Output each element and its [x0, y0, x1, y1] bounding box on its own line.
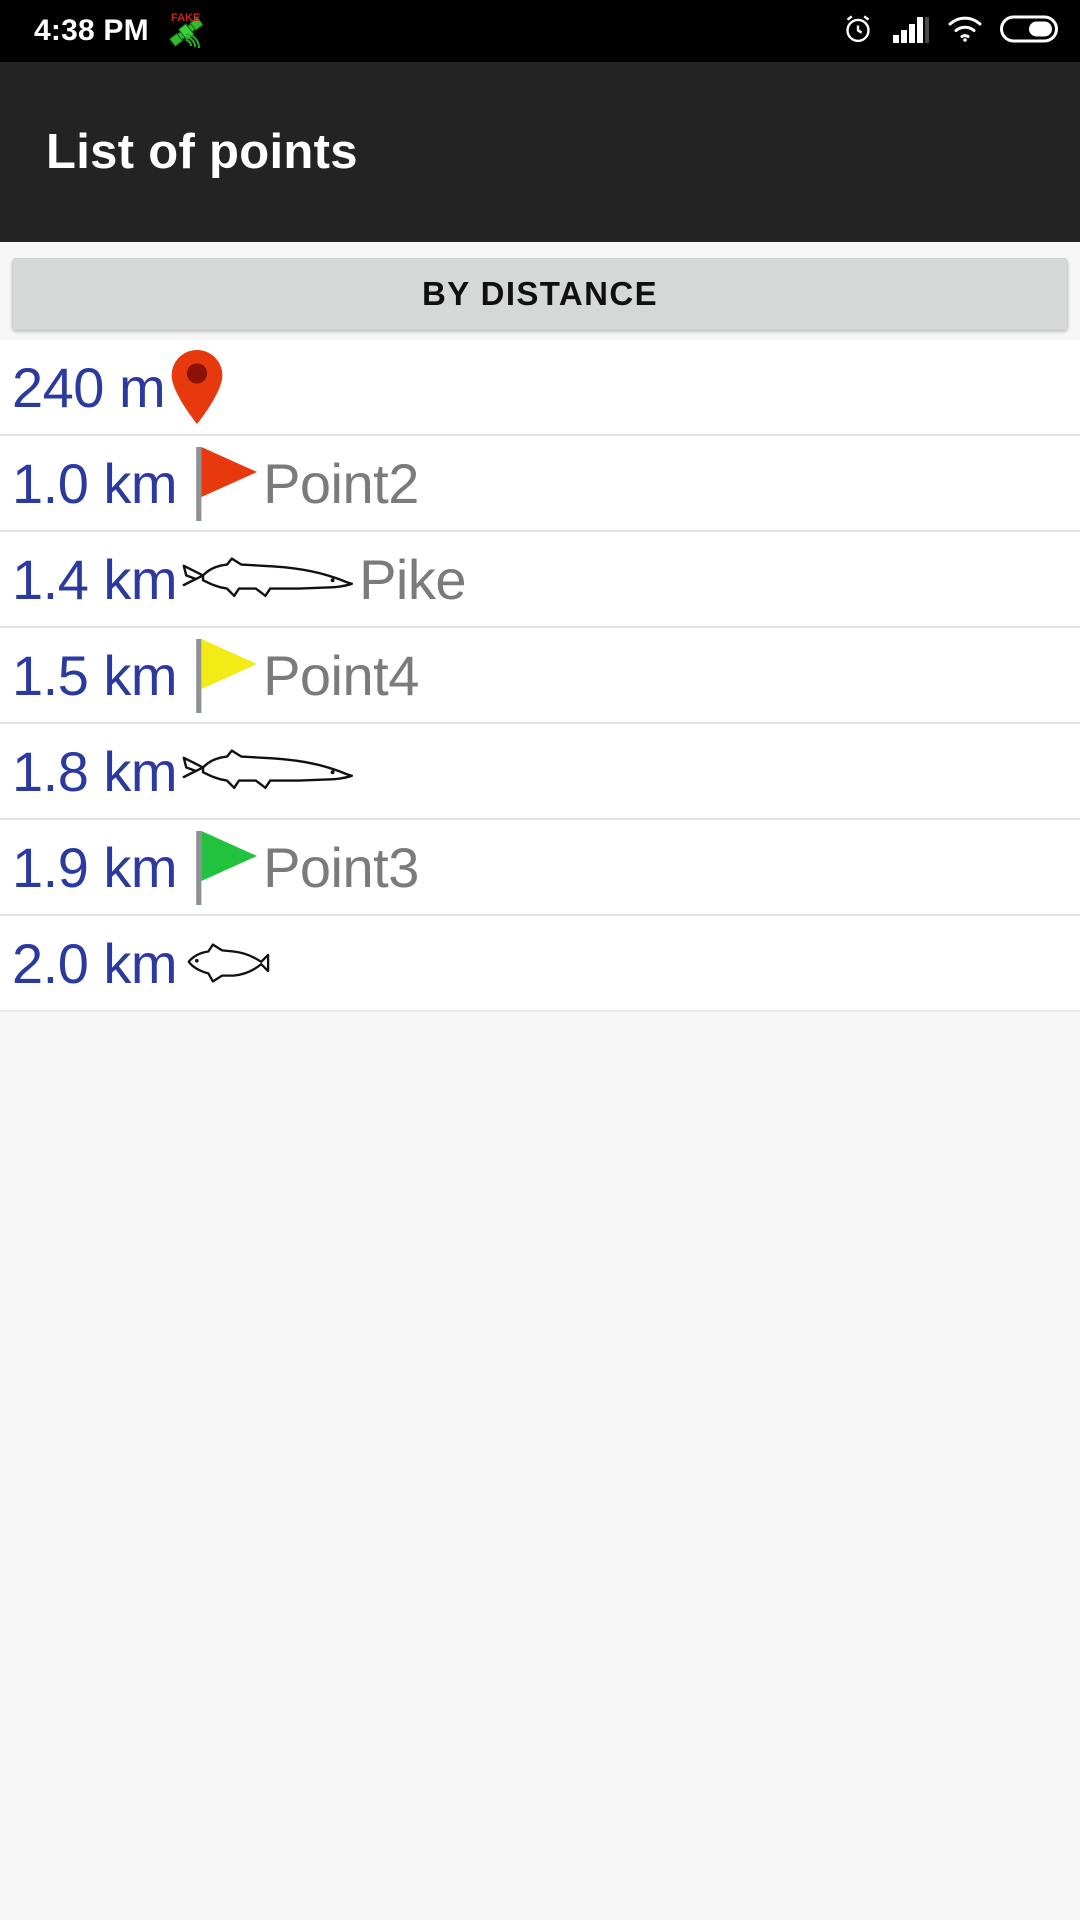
point-row[interactable]: 1.4 km Pike — [0, 532, 1080, 628]
sort-bar: BY DISTANCE — [0, 242, 1080, 340]
battery-icon — [1000, 14, 1058, 49]
fake-badge-text: FAKE — [171, 12, 200, 24]
point-row[interactable]: 1.9 km Point3 — [0, 820, 1080, 916]
status-clock: 4:38 PM — [34, 14, 149, 47]
status-bar: 4:38 PM FAKE — [0, 0, 1080, 62]
status-bar-right — [841, 12, 1058, 51]
map-pin-icon — [165, 348, 227, 426]
point-distance: 1.0 km — [12, 451, 178, 515]
point-name: Pike — [359, 547, 466, 611]
alarm-icon — [841, 12, 875, 51]
app-screen: 4:38 PM FAKE List of points BY DISTANCE … — [0, 0, 1080, 1920]
point-distance: 1.8 km — [12, 739, 178, 803]
wifi-icon — [947, 15, 983, 48]
point-row[interactable]: 2.0 km — [0, 916, 1080, 1012]
pike-fish-icon — [177, 549, 359, 609]
sort-by-distance-button[interactable]: BY DISTANCE — [12, 258, 1068, 330]
point-distance: 2.0 km — [12, 931, 178, 995]
flag-icon — [177, 825, 263, 909]
pike-fish-icon — [177, 741, 359, 801]
point-distance: 240 m — [12, 355, 166, 419]
point-distance: 1.9 km — [12, 835, 178, 899]
point-row[interactable]: 1.0 km Point2 — [0, 436, 1080, 532]
point-row[interactable]: 1.8 km — [0, 724, 1080, 820]
point-name: Point3 — [263, 835, 419, 899]
status-bar-left: 4:38 PM FAKE — [34, 10, 205, 52]
point-distance: 1.4 km — [12, 547, 178, 611]
signal-icon — [892, 14, 930, 49]
flag-icon — [177, 633, 263, 717]
flag-icon — [177, 441, 263, 525]
point-name: Point4 — [263, 643, 419, 707]
point-row[interactable]: 240 m — [0, 340, 1080, 436]
perch-fish-icon — [177, 937, 275, 989]
satellite-fake-icon: FAKE — [163, 10, 205, 52]
empty-area — [0, 1012, 1080, 1920]
app-bar: List of points — [0, 62, 1080, 242]
point-row[interactable]: 1.5 km Point4 — [0, 628, 1080, 724]
page-title: List of points — [46, 125, 358, 179]
point-distance: 1.5 km — [12, 643, 178, 707]
point-name: Point2 — [263, 451, 419, 515]
points-list: 240 m 1.0 km Point2 1.4 km Pike 1.5 km Point4 1… — [0, 340, 1080, 1012]
